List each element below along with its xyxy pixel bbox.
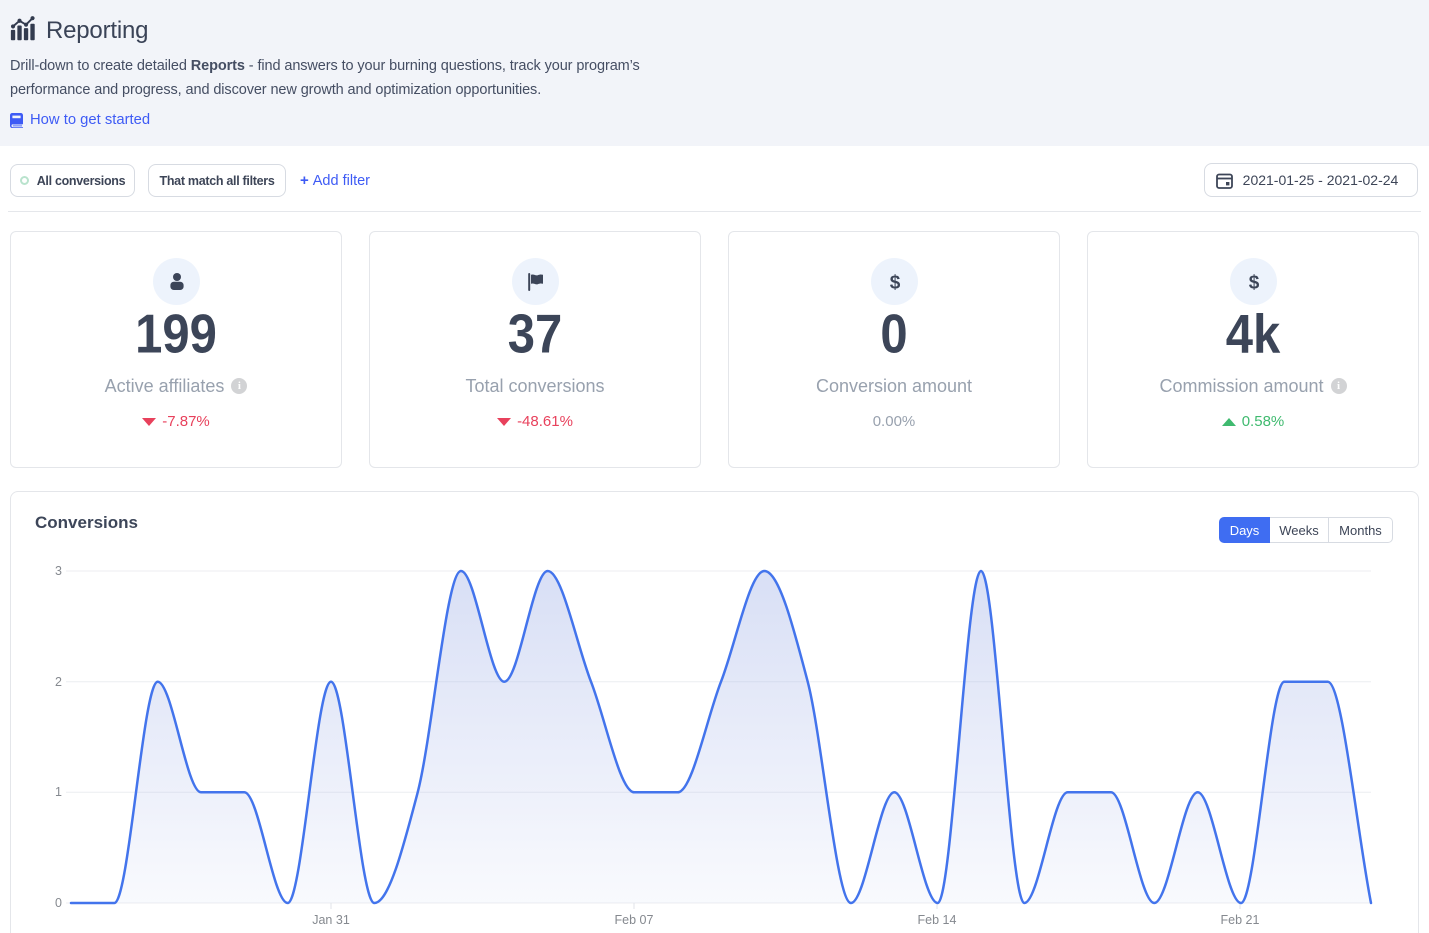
svg-text:$: $ — [1248, 272, 1259, 293]
svg-text:$: $ — [889, 272, 900, 293]
